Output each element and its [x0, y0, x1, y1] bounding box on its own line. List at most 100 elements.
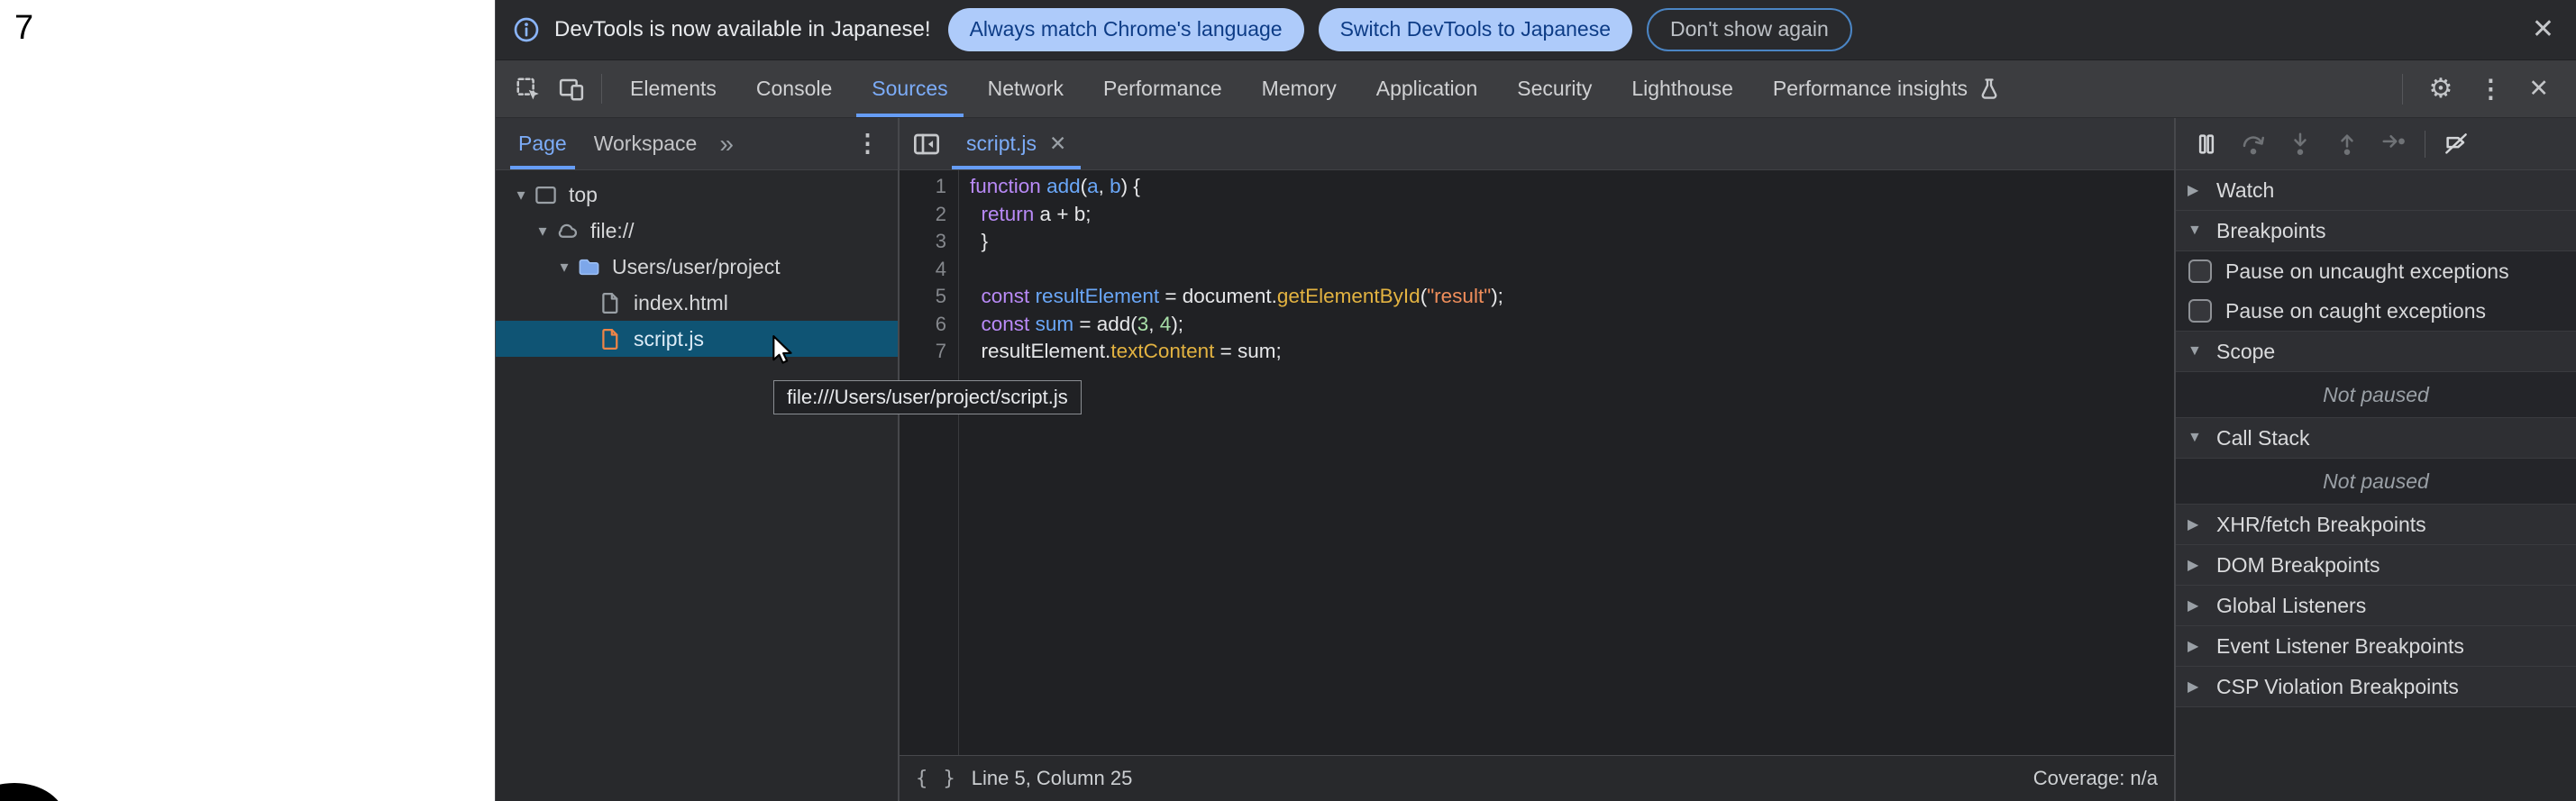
tab-label: Memory: [1262, 77, 1337, 101]
tree-item-file[interactable]: ▾file://: [496, 213, 898, 249]
infobar-close-button[interactable]: ✕: [2532, 16, 2554, 43]
infobar-button-don-t-show-again[interactable]: Don't show again: [1647, 8, 1852, 50]
tab-label: Elements: [630, 77, 717, 101]
more-options-kebab-icon[interactable]: ⋮: [2465, 74, 2516, 104]
main-area: PageWorkspace » ⋮ ▾ top ▾file://▾Users/use…: [496, 118, 2576, 801]
code-content: function add(a, b) { return a + b; } con…: [959, 170, 2174, 755]
tab-memory[interactable]: Memory: [1242, 60, 1357, 117]
line-number[interactable]: 2: [900, 201, 946, 229]
editor-tab-close-icon[interactable]: ✕: [1049, 132, 1066, 156]
section-header-breakpoints[interactable]: ▼Breakpoints: [2176, 211, 2576, 251]
section-header-call-stack[interactable]: ▼Call Stack: [2176, 418, 2576, 459]
device-toolbar-icon[interactable]: [550, 60, 593, 117]
tree-item-index-html[interactable]: index.html: [496, 285, 898, 321]
section-label: Global Listeners: [2216, 594, 2366, 618]
section-header-csp-violation-breakpoints[interactable]: ▶CSP Violation Breakpoints: [2176, 667, 2576, 707]
deactivate-breakpoints-icon[interactable]: [2433, 118, 2480, 169]
infobar-button-always-match-chrome-s-language[interactable]: Always match Chrome's language: [948, 8, 1304, 50]
line-number[interactable]: 6: [900, 311, 946, 339]
status-message: Not paused: [2176, 372, 2576, 417]
document-icon: [598, 291, 623, 315]
infobar-message: DevTools is now available in Japanese!: [554, 17, 931, 42]
section-header-scope[interactable]: ▼Scope: [2176, 332, 2576, 372]
navigator-menu-kebab-icon[interactable]: ⋮: [846, 130, 889, 158]
caret-down-icon: ▼: [2188, 430, 2206, 446]
navigator-toolbar: PageWorkspace » ⋮: [496, 118, 898, 170]
tree-item-label: index.html: [634, 291, 728, 315]
tab-elements[interactable]: Elements: [610, 60, 736, 117]
section-header-dom-breakpoints[interactable]: ▶DOM Breakpoints: [2176, 545, 2576, 586]
section-label: DOM Breakpoints: [2216, 553, 2380, 578]
section-header-event-listener-breakpoints[interactable]: ▶Event Listener Breakpoints: [2176, 626, 2576, 667]
tree-item-top[interactable]: ▾ top: [496, 177, 898, 213]
tab-label: Application: [1376, 77, 1478, 101]
editor-tab-label: script.js: [966, 132, 1037, 156]
line-number[interactable]: 7: [900, 338, 946, 366]
debugger-sidebar: ▶Watch▼Breakpoints Pause on uncaught exce…: [2174, 118, 2576, 801]
pretty-print-braces-icon[interactable]: { }: [916, 768, 957, 790]
code-line-2: return a + b;: [970, 201, 2174, 229]
checkbox-row-pause-on-caught-exceptions[interactable]: Pause on caught exceptions: [2176, 291, 2576, 331]
settings-gear-icon[interactable]: ⚙: [2416, 73, 2465, 105]
tree-item-users-user-project[interactable]: ▾Users/user/project: [496, 249, 898, 285]
tab-label: Sources: [872, 77, 947, 101]
checkbox[interactable]: [2188, 259, 2212, 283]
tab-label: Network: [988, 77, 1064, 101]
navigator-tab-workspace[interactable]: Workspace: [580, 118, 711, 169]
section-body-call-stack: Not paused: [2176, 459, 2576, 505]
caret-down-icon: ▼: [2188, 223, 2206, 239]
tab-console[interactable]: Console: [736, 60, 852, 117]
tab-sources[interactable]: Sources: [852, 60, 967, 117]
line-number[interactable]: 5: [900, 283, 946, 311]
tree-expand-arrow-icon[interactable]: ▾: [532, 222, 553, 241]
tab-performance-insights[interactable]: Performance insights: [1753, 60, 2022, 117]
code-line-7: resultElement.textContent = sum;: [970, 338, 2174, 366]
section-header-xhr-fetch-breakpoints[interactable]: ▶XHR/fetch Breakpoints: [2176, 505, 2576, 545]
navigator-tab-page[interactable]: Page: [505, 118, 580, 169]
tree-expand-arrow-icon[interactable]: ▾: [553, 258, 575, 277]
section-header-watch[interactable]: ▶Watch: [2176, 170, 2576, 211]
tab-performance[interactable]: Performance: [1083, 60, 1242, 117]
collapse-sidebar-icon[interactable]: [912, 130, 941, 159]
folder-icon: [577, 255, 601, 279]
tab-network[interactable]: Network: [968, 60, 1083, 117]
section-label: XHR/fetch Breakpoints: [2216, 513, 2426, 537]
step-icon[interactable]: [2370, 118, 2417, 169]
checkbox-label: Pause on uncaught exceptions: [2225, 259, 2509, 284]
tree-item-label: top: [569, 183, 598, 207]
coverage-label: Coverage: n/a: [2033, 767, 2158, 790]
step-over-icon[interactable]: [2230, 118, 2277, 169]
pause-icon[interactable]: [2183, 118, 2230, 169]
step-out-icon[interactable]: [2324, 118, 2370, 169]
checkbox[interactable]: [2188, 299, 2212, 323]
checkbox-row-pause-on-uncaught-exceptions[interactable]: Pause on uncaught exceptions: [2176, 251, 2576, 291]
cloud-icon: [555, 219, 580, 243]
tree-item-label: script.js: [634, 327, 704, 351]
main-toolbar: Elements Console Sources Network Performance…: [496, 60, 2576, 118]
line-number[interactable]: 3: [900, 228, 946, 256]
section-header-global-listeners[interactable]: ▶ Global Listeners: [2176, 586, 2576, 626]
tab-lighthouse[interactable]: Lighthouse: [1612, 60, 1753, 117]
line-number[interactable]: 4: [900, 256, 946, 284]
code-editor[interactable]: 1234567 function add(a, b) { return a + …: [900, 170, 2174, 755]
toolbar-right: ⚙ ⋮ ✕: [2389, 60, 2576, 117]
more-tabs-chevron-icon[interactable]: »: [710, 130, 743, 159]
tree-item-script-js[interactable]: script.js: [496, 321, 898, 357]
tab-label: Performance insights: [1773, 77, 1968, 101]
editor-tab-script-js[interactable]: script.js ✕: [948, 118, 1084, 169]
screen: 7 DevTools is now available in Japanese!…: [0, 0, 2576, 801]
inspect-element-icon[interactable]: [507, 60, 550, 117]
infobar-button-switch-devtools-to-japanese[interactable]: Switch DevTools to Japanese: [1319, 8, 1632, 50]
devtools-close-icon[interactable]: ✕: [2516, 75, 2562, 103]
page-result-text: 7: [14, 9, 33, 48]
tab-security[interactable]: Security: [1497, 60, 1612, 117]
navigator-tabs: PageWorkspace: [505, 118, 710, 169]
flask-icon: [1977, 77, 2002, 102]
caret-down-icon: ▼: [2188, 343, 2206, 360]
corner-shape: [0, 783, 65, 801]
step-into-icon[interactable]: [2277, 118, 2324, 169]
line-number[interactable]: 1: [900, 173, 946, 201]
tab-application[interactable]: Application: [1357, 60, 1498, 117]
caret-right-icon: ▶: [2188, 596, 2206, 614]
tree-expand-arrow-icon[interactable]: ▾: [510, 186, 532, 205]
